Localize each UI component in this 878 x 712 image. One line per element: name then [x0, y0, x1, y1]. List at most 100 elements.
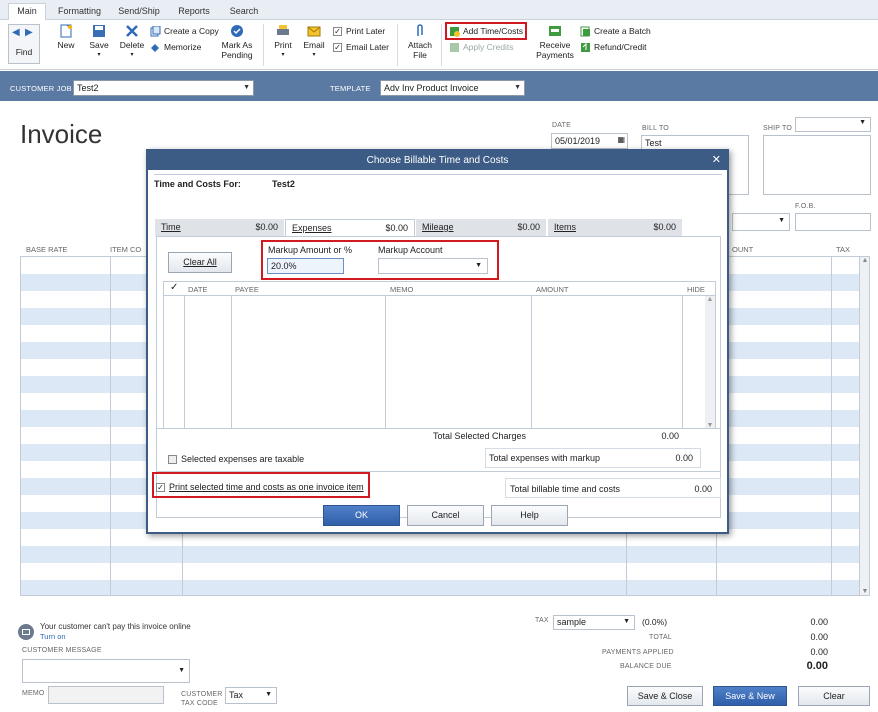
apply-credits-button[interactable]: Apply Credits: [449, 40, 514, 54]
column-amount: AMOUNT: [536, 285, 569, 294]
template-label: TEMPLATE: [330, 84, 371, 93]
save-close-button[interactable]: Save & Close: [627, 686, 703, 706]
dialog-divider: [154, 174, 722, 175]
help-button[interactable]: Help: [491, 505, 568, 526]
find-button[interactable]: ◀ ▶ Find: [8, 24, 40, 64]
grid-scrollbar[interactable]: ▲ ▼: [859, 257, 869, 595]
total-markup-label: Total expenses with markup: [489, 453, 601, 463]
highlight-markup: [261, 240, 499, 280]
payments-applied-label: PAYMENTS APPLIED: [602, 649, 674, 656]
date-field[interactable]: 05/01/2019 ▦: [551, 133, 628, 149]
email-later-checkbox[interactable]: ✓ Email Later: [333, 40, 389, 54]
file-label: File: [413, 50, 427, 60]
attach-file-button[interactable]: Attach File: [404, 24, 436, 60]
create-batch-button[interactable]: Create a Batch: [580, 24, 651, 38]
ship-to-field[interactable]: [763, 135, 871, 195]
total-billable-value: 0.00: [694, 484, 712, 494]
table-row[interactable]: [21, 580, 861, 595]
taxable-checkbox[interactable]: Selected expenses are taxable: [168, 454, 305, 465]
print-button[interactable]: Print ▾: [270, 24, 296, 60]
column-divider: [831, 257, 832, 595]
column-tax: TAX: [836, 245, 851, 254]
chevron-down-icon: ▼: [623, 618, 630, 625]
tab-mileage[interactable]: Mileage $0.00: [416, 219, 546, 236]
fob-field[interactable]: [795, 213, 871, 231]
expenses-table[interactable]: ✓ DATE PAYEE MEMO AMOUNT HIDE ▲ ▼: [163, 281, 716, 429]
pending-label: Pending: [221, 50, 253, 60]
mark-as-pending-button[interactable]: Mark As Pending: [218, 24, 256, 60]
card-icon: [22, 629, 30, 635]
tax-code-select[interactable]: Tax ▼: [225, 687, 277, 704]
email-button[interactable]: Email ▾: [301, 24, 327, 60]
tab-expenses-label: Expenses: [292, 223, 332, 233]
memorize-button[interactable]: Memorize: [150, 40, 201, 54]
cancel-button[interactable]: Cancel: [407, 505, 484, 526]
clear-all-label: Clear All: [183, 257, 217, 267]
save-label: Save: [89, 40, 109, 50]
tab-formatting[interactable]: Formatting: [52, 4, 107, 20]
receive-payments-button[interactable]: Receive Payments: [535, 24, 575, 60]
new-button[interactable]: New: [53, 24, 79, 50]
receive-payments-icon: [549, 26, 561, 36]
turn-on-link[interactable]: Turn on: [40, 632, 66, 641]
tab-items[interactable]: Items $0.00: [548, 219, 682, 236]
email-later-label: Email Later: [346, 42, 389, 52]
column-divider: [385, 295, 386, 429]
refund-icon: [581, 43, 590, 53]
table-row[interactable]: [21, 546, 861, 563]
close-icon[interactable]: ✕: [712, 151, 721, 170]
pending-check-icon: [231, 25, 243, 37]
save-button[interactable]: Save ▾: [86, 24, 112, 60]
taxable-label: Selected expenses are taxable: [181, 454, 305, 464]
find-label: Find: [15, 47, 33, 57]
dialog-title: Choose Billable Time and Costs: [148, 151, 727, 170]
customer-job-label: CUSTOMER JOB: [10, 84, 72, 93]
ship-to-select[interactable]: ▼: [795, 117, 871, 132]
clear-button[interactable]: Clear: [798, 686, 870, 706]
expenses-scrollbar[interactable]: ▲ ▼: [705, 296, 715, 429]
total-label: TOTAL: [649, 634, 672, 641]
column-memo: MEMO: [390, 285, 414, 294]
delete-button[interactable]: Delete ▾: [118, 24, 146, 60]
via-select[interactable]: ▼: [732, 213, 790, 231]
total-markup-value: 0.00: [675, 453, 693, 463]
chevron-down-icon: ▼: [243, 84, 250, 91]
tab-reports[interactable]: Reports: [172, 4, 216, 20]
chevron-down-icon: ▼: [514, 84, 521, 91]
time-costs-for-label: Time and Costs For:: [154, 179, 241, 189]
customer-tax-code-label-2: TAX CODE: [181, 700, 218, 707]
ribbon-tabs: Main Formatting Send/Ship Reports Search: [0, 0, 878, 21]
ok-button[interactable]: OK: [323, 505, 400, 526]
fob-label: F.O.B.: [795, 203, 816, 210]
tab-main[interactable]: Main: [8, 3, 46, 21]
tax-item-select[interactable]: sample ▼: [553, 615, 635, 630]
tab-mileage-label: Mileage: [422, 222, 454, 232]
refund-credit-button[interactable]: Refund/Credit: [580, 40, 646, 54]
column-payee: PAYEE: [235, 285, 259, 294]
print-label: Print: [274, 40, 292, 50]
tab-search[interactable]: Search: [224, 4, 264, 20]
column-divider: [231, 295, 232, 429]
customer-job-select[interactable]: Test2 ▼: [73, 80, 254, 96]
tab-expenses[interactable]: Expenses $0.00: [285, 219, 415, 236]
memo-field[interactable]: [48, 686, 164, 704]
choose-billable-time-costs-dialog: Choose Billable Time and Costs ✕ Time an…: [146, 149, 729, 534]
tab-time[interactable]: Time $0.00: [155, 219, 284, 236]
save-new-button[interactable]: Save & New: [713, 686, 787, 706]
tax-amount: 0.00: [810, 617, 828, 627]
template-select[interactable]: Adv Inv Product Invoice ▼: [380, 80, 525, 96]
delete-x-icon: [126, 25, 138, 37]
tab-send-ship[interactable]: Send/Ship: [113, 4, 165, 20]
chevron-down-icon: ▼: [265, 691, 272, 698]
clear-all-button[interactable]: Clear All: [168, 252, 232, 273]
arrow-left-icon: ◀: [12, 27, 20, 38]
total-with-markup-box: Total expenses with markup 0.00: [485, 448, 701, 468]
create-copy-button[interactable]: Create a Copy: [150, 24, 219, 38]
payments-applied-value: 0.00: [810, 647, 828, 657]
print-later-checkbox[interactable]: ✓ Print Later: [333, 24, 385, 38]
column-hide: HIDE: [687, 285, 705, 294]
customer-message-select[interactable]: ▼: [22, 659, 190, 683]
tab-items-label: Items: [554, 222, 577, 232]
tab-time-amount: $0.00: [255, 222, 278, 232]
tax-rate: (0.0%): [642, 617, 668, 627]
